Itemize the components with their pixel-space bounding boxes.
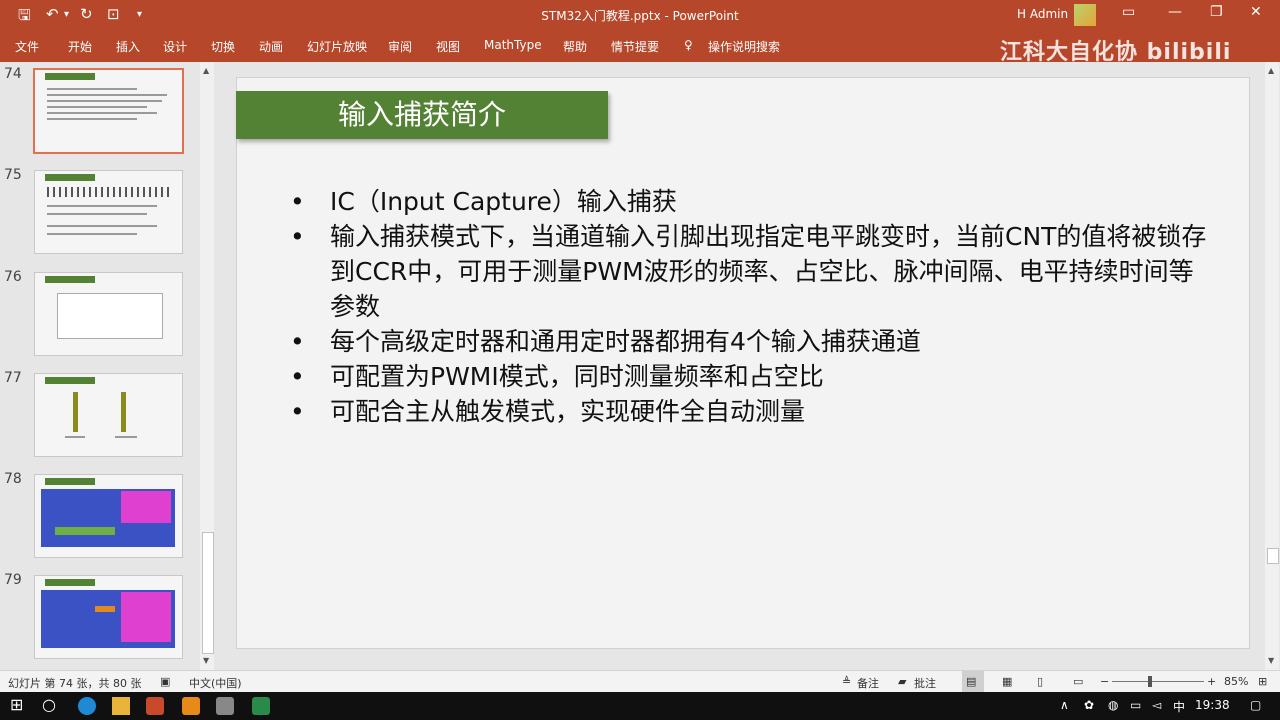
tab-transitions[interactable]: 切换 <box>211 38 235 55</box>
slide-thumbnail-75[interactable] <box>34 170 183 254</box>
comments-icon[interactable]: ▰ <box>898 675 906 688</box>
tab-home[interactable]: 开始 <box>68 38 92 55</box>
scroll-thumb[interactable] <box>202 532 214 654</box>
search-icon[interactable]: ○ <box>42 695 60 714</box>
avatar[interactable] <box>1074 4 1096 26</box>
app-icon-gray[interactable] <box>216 697 234 715</box>
comments-button[interactable]: 批注 <box>914 675 936 691</box>
notes-icon[interactable]: ≜ <box>842 675 851 688</box>
edge-icon[interactable] <box>78 697 96 715</box>
scroll-down-icon[interactable]: ▼ <box>203 656 209 665</box>
thumbnail-scrollbar[interactable]: ▲ ▼ <box>200 62 214 670</box>
user-name[interactable]: H Admin <box>1017 7 1068 21</box>
lightbulb-icon[interactable]: ♀ <box>684 38 693 52</box>
thumb-number: 74 <box>4 66 22 82</box>
close-icon[interactable]: ✕ <box>1250 4 1262 20</box>
app-icon-orange[interactable] <box>182 697 200 715</box>
tab-animations[interactable]: 动画 <box>259 38 283 55</box>
zoom-in-button[interactable]: + <box>1207 675 1216 688</box>
ribbon-tabs: 文件 开始 插入 设计 切换 动画 幻灯片放映 审阅 视图 MathType 帮… <box>0 30 1280 65</box>
slide-scrollbar[interactable]: ▲ ▼ <box>1265 62 1279 670</box>
slide-sorter-icon[interactable]: ▦ <box>1002 675 1012 688</box>
minimize-icon[interactable]: — <box>1168 4 1182 20</box>
notes-button[interactable]: 备注 <box>857 675 879 691</box>
tab-slideshow[interactable]: 幻灯片放映 <box>307 38 367 55</box>
file-explorer-icon[interactable] <box>112 697 130 715</box>
bullet-item: 可配置为PWMI模式，同时测量频率和占空比 <box>290 359 1210 394</box>
slide-thumbnail-79[interactable] <box>34 575 183 659</box>
bullet-item: 每个高级定时器和通用定时器都拥有4个输入捕获通道 <box>290 324 1210 359</box>
zoom-slider-thumb[interactable] <box>1148 676 1152 687</box>
ribbon-display-icon[interactable]: ▭ <box>1122 4 1135 20</box>
tray-icon[interactable]: ◍ <box>1108 698 1118 712</box>
zoom-slider[interactable] <box>1112 681 1204 682</box>
thumb-number: 75 <box>4 167 22 183</box>
language-indicator[interactable]: 中文(中国) <box>189 675 242 691</box>
slide-thumbnail-77[interactable] <box>34 373 183 457</box>
notifications-icon[interactable]: ▢ <box>1250 698 1261 712</box>
tell-me-search[interactable]: 操作说明搜索 <box>708 38 780 55</box>
thumb-number: 78 <box>4 471 22 487</box>
bullet-list[interactable]: IC（Input Capture）输入捕获 输入捕获模式下，当通道输入引脚出现指… <box>290 184 1210 429</box>
app-icon-green[interactable] <box>252 697 270 715</box>
zoom-level[interactable]: 85% <box>1224 675 1248 688</box>
ime-indicator[interactable]: 中 <box>1173 698 1185 715</box>
network-icon[interactable]: ▭ <box>1130 698 1141 712</box>
scroll-thumb[interactable] <box>1267 548 1279 564</box>
scroll-up-icon[interactable]: ▲ <box>1268 66 1274 75</box>
thumb-number: 76 <box>4 269 22 285</box>
tab-storyboard[interactable]: 情节提要 <box>611 38 659 55</box>
slide-thumbnail-76[interactable] <box>34 272 183 356</box>
scroll-down-icon[interactable]: ▼ <box>1268 656 1274 665</box>
fit-slide-icon[interactable]: ⊞ <box>1258 675 1267 688</box>
tab-file[interactable]: 文件 <box>15 38 39 55</box>
scroll-up-icon[interactable]: ▲ <box>203 66 209 75</box>
tab-help[interactable]: 帮助 <box>563 38 587 55</box>
taskbar: ⊞ ○ ∧ ✿ ◍ ▭ ◅ 中 19:38 ▢ <box>0 692 1280 720</box>
bullet-item: IC（Input Capture）输入捕获 <box>290 184 1210 219</box>
title-bar: 🖫 ↶ ▾ ↻ ⊡ ▾ STM32入门教程.pptx - PowerPoint … <box>0 0 1280 30</box>
slide-thumbnail-78[interactable] <box>34 474 183 558</box>
tab-mathtype[interactable]: MathType <box>484 38 542 52</box>
normal-view-icon: ▤ <box>966 675 977 688</box>
tab-view[interactable]: 视图 <box>436 38 460 55</box>
thumb-number: 77 <box>4 370 22 386</box>
thumbnail-pane: 74 75 76 77 78 79 <box>0 62 200 670</box>
powerpoint-icon[interactable] <box>146 697 164 715</box>
reading-view-icon[interactable]: ▯ <box>1037 675 1043 688</box>
bullet-item: 输入捕获模式下，当通道输入引脚出现指定电平跳变时，当前CNT的值将被锁存到CCR… <box>290 219 1210 324</box>
bullet-item: 可配合主从触发模式，实现硬件全自动测量 <box>290 394 1210 429</box>
clock[interactable]: 19:38 <box>1195 698 1230 712</box>
slideshow-icon[interactable]: ▭ <box>1073 675 1083 688</box>
maximize-icon[interactable]: ❐ <box>1210 4 1223 20</box>
status-bar: 幻灯片 第 74 张，共 80 张 ▣ 中文(中国) ≜ 备注 ▰ 批注 ▤ ▦… <box>0 670 1280 693</box>
slide-counter[interactable]: 幻灯片 第 74 张，共 80 张 <box>8 675 141 691</box>
zoom-out-button[interactable]: − <box>1100 675 1109 688</box>
slide-title[interactable]: 输入捕获简介 <box>236 91 608 139</box>
windows-start-icon[interactable]: ⊞ <box>10 695 28 714</box>
tab-design[interactable]: 设计 <box>163 38 187 55</box>
volume-icon[interactable]: ◅ <box>1152 698 1161 712</box>
thumb-number: 79 <box>4 572 22 588</box>
slide-thumbnail-74[interactable] <box>33 68 184 154</box>
tab-insert[interactable]: 插入 <box>116 38 140 55</box>
tab-review[interactable]: 审阅 <box>388 38 412 55</box>
tray-app-icon[interactable]: ✿ <box>1084 698 1094 712</box>
tray-expand-icon[interactable]: ∧ <box>1060 698 1069 712</box>
spellcheck-icon[interactable]: ▣ <box>160 675 170 688</box>
